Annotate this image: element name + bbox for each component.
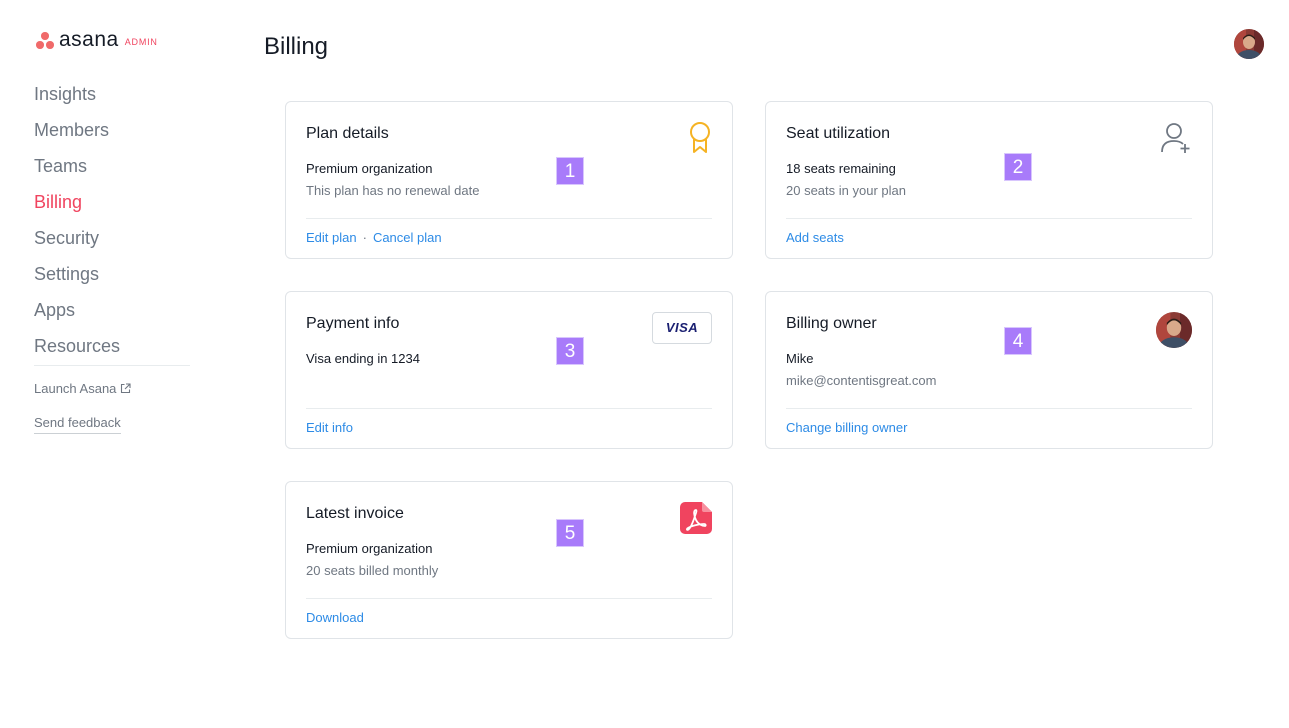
plan-renewal-text: This plan has no renewal date (306, 183, 480, 198)
latest-invoice-card: Latest invoice Premium organization 20 s… (285, 481, 733, 639)
invoice-plan-name: Premium organization (306, 541, 433, 556)
billing-owner-card: Billing owner Mike mike@contentisgreat.c… (765, 291, 1213, 449)
annotation-badge-3: 3 (556, 337, 584, 365)
pdf-icon[interactable] (680, 502, 712, 539)
logo-text: asana (59, 28, 119, 51)
seats-remaining: 18 seats remaining (786, 161, 896, 176)
annotation-badge-1: 1 (556, 157, 584, 185)
annotation-badge-4: 4 (1004, 327, 1032, 355)
annotation-badge-5: 5 (556, 519, 584, 547)
asana-logo-icon (36, 31, 54, 49)
sidebar-item-teams[interactable]: Teams (34, 148, 190, 184)
card-divider (306, 408, 712, 409)
page-title: Billing (264, 33, 329, 60)
billing-page: asana ADMIN Insights Members Teams Billi… (0, 0, 1289, 728)
owner-name: Mike (786, 351, 814, 366)
award-ribbon-icon (688, 122, 712, 159)
billing-owner-title: Billing owner (786, 315, 877, 332)
launch-asana-link[interactable]: Launch Asana (34, 380, 131, 399)
card-divider (306, 598, 712, 599)
seat-utilization-title: Seat utilization (786, 125, 891, 142)
admin-label: ADMIN (124, 36, 158, 47)
plan-actions: Edit plan · Cancel plan (306, 229, 442, 247)
latest-invoice-title: Latest invoice (306, 505, 404, 522)
seats-in-plan: 20 seats in your plan (786, 183, 906, 198)
visa-card-icon: VISA (652, 312, 712, 344)
download-invoice-link[interactable]: Download (306, 610, 364, 625)
sidebar-item-billing[interactable]: Billing (34, 184, 190, 220)
add-seats-link[interactable]: Add seats (786, 230, 844, 245)
sidebar-item-insights[interactable]: Insights (34, 76, 190, 112)
user-avatar[interactable] (1234, 29, 1264, 59)
sidebar-item-members[interactable]: Members (34, 112, 190, 148)
sidebar-nav: Insights Members Teams Billing Security … (34, 76, 190, 364)
sidebar-item-settings[interactable]: Settings (34, 256, 190, 292)
edit-plan-link[interactable]: Edit plan (306, 230, 357, 245)
payment-info-card: Payment info Visa ending in 1234 Edit in… (285, 291, 733, 449)
launch-asana-label: Launch Asana (34, 381, 117, 396)
card-divider (306, 218, 712, 219)
seat-utilization-card: Seat utilization 18 seats remaining 20 s… (765, 101, 1213, 259)
payment-actions: Edit info (306, 419, 353, 437)
seat-actions: Add seats (786, 229, 844, 247)
sidebar-divider (34, 365, 190, 366)
card-divider (786, 218, 1192, 219)
invoice-seats-text: 20 seats billed monthly (306, 563, 439, 578)
add-user-icon (1160, 122, 1192, 159)
owner-email: mike@contentisgreat.com (786, 373, 937, 388)
change-billing-owner-link[interactable]: Change billing owner (786, 420, 907, 435)
card-divider (786, 408, 1192, 409)
sidebar-item-apps[interactable]: Apps (34, 292, 190, 328)
sidebar-item-resources[interactable]: Resources (34, 328, 190, 364)
action-separator: · (362, 230, 367, 245)
asana-logo[interactable]: asana ADMIN (36, 29, 158, 51)
sidebar-item-security[interactable]: Security (34, 220, 190, 256)
send-feedback-link[interactable]: Send feedback (34, 414, 121, 434)
annotation-badge-2: 2 (1004, 153, 1032, 181)
plan-details-title: Plan details (306, 125, 389, 142)
card-ending-text: Visa ending in 1234 (306, 351, 420, 366)
plan-name: Premium organization (306, 161, 433, 176)
invoice-actions: Download (306, 609, 364, 627)
cancel-plan-link[interactable]: Cancel plan (373, 230, 442, 245)
payment-info-title: Payment info (306, 315, 400, 332)
sidebar-secondary-links: Launch Asana Send feedback (34, 380, 131, 434)
owner-avatar (1156, 312, 1192, 353)
edit-info-link[interactable]: Edit info (306, 420, 353, 435)
external-link-icon (120, 381, 131, 399)
owner-actions: Change billing owner (786, 419, 907, 437)
plan-details-card: Plan details Premium organization This p… (285, 101, 733, 259)
